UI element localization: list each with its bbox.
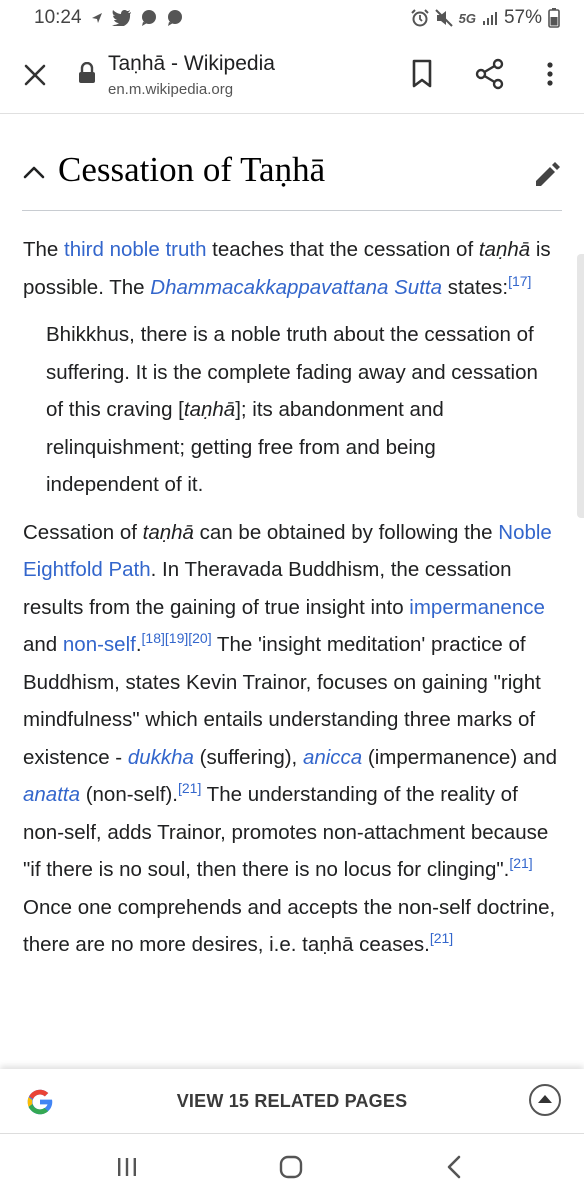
page-title: Taṇhā - Wikipedia <box>108 52 275 75</box>
close-icon[interactable] <box>20 60 50 90</box>
link-third-noble-truth[interactable]: third noble truth <box>64 238 206 261</box>
reference-link[interactable]: [18][19][20] <box>142 630 212 646</box>
text: (impermanence) and <box>362 745 558 769</box>
link-non-self[interactable]: non-self <box>63 633 136 656</box>
status-bar: 10:24 5G 57% <box>0 0 584 36</box>
link-anicca[interactable]: anicca <box>303 746 362 769</box>
reference-link[interactable]: [21] <box>509 855 532 871</box>
text: The <box>23 238 65 261</box>
status-right: 5G 57% <box>410 7 560 29</box>
link-text: dukkha <box>127 745 194 769</box>
battery-icon <box>548 8 560 28</box>
blockquote: Bhikkhus, there is a noble truth about t… <box>46 316 546 504</box>
link-impermanence[interactable]: impermanence <box>409 596 545 619</box>
link-dukkha[interactable]: dukkha <box>128 746 194 769</box>
status-left: 10:24 <box>34 7 184 29</box>
text: (non-self). <box>80 783 178 806</box>
battery-percent: 57% <box>503 7 542 28</box>
browser-toolbar: Taṇhā - Wikipedia en.m.wikipedia.org <box>0 36 584 114</box>
link-text: anatta <box>23 783 80 806</box>
italic-term: taṇhā <box>183 398 236 421</box>
expand-up-icon[interactable] <box>528 1083 562 1117</box>
italic-term: taṇhā <box>478 238 531 261</box>
recent-apps-icon[interactable] <box>116 1156 138 1178</box>
chat-icon <box>140 9 158 27</box>
lock-icon <box>78 61 96 84</box>
signal-icon <box>482 10 498 26</box>
edge-panel-handle[interactable] <box>577 254 584 518</box>
paragraph: The third noble truth teaches that the c… <box>23 231 563 306</box>
more-options-icon[interactable] <box>540 58 560 90</box>
section-divider <box>22 210 562 211</box>
chat-icon <box>166 9 184 27</box>
clock: 10:24 <box>34 7 82 28</box>
text: (suffering), <box>193 745 303 769</box>
url-text[interactable]: en.m.wikipedia.org <box>108 81 233 98</box>
alarm-icon <box>410 9 429 27</box>
chevron-up-icon[interactable] <box>22 162 46 182</box>
edit-pencil-icon[interactable] <box>532 160 562 190</box>
system-navigation-bar <box>0 1134 584 1200</box>
text: Cessation of <box>23 520 143 544</box>
reference-link[interactable]: [21] <box>430 930 453 946</box>
section-header[interactable]: Cessation of Taṇhā <box>0 136 584 211</box>
text: and <box>23 633 63 656</box>
view-related-pages-label[interactable]: VIEW 15 RELATED PAGES <box>0 1091 584 1112</box>
reference-link[interactable]: [17] <box>508 273 531 289</box>
article-body: The third noble truth teaches that the c… <box>23 231 563 964</box>
text: can be obtained by following the <box>193 520 499 544</box>
link-anatta[interactable]: anatta <box>23 783 80 806</box>
mute-icon <box>434 9 453 27</box>
reference-link[interactable]: [21] <box>178 780 201 796</box>
link-text: Dhammacakkappavattana Sutta <box>150 275 442 299</box>
share-icon[interactable] <box>474 58 506 90</box>
paragraph: Cessation of taṇhā can be obtained by fo… <box>23 514 563 964</box>
nav-arrow-icon <box>90 11 104 25</box>
italic-term: taṇhā <box>142 520 194 544</box>
text: states: <box>442 275 509 299</box>
home-icon[interactable] <box>279 1155 303 1179</box>
link-dhammacakkappavattana-sutta[interactable]: Dhammacakkappavattana Sutta <box>150 276 442 299</box>
back-icon[interactable] <box>444 1155 464 1179</box>
bookmark-icon[interactable] <box>408 58 436 90</box>
text: teaches that the cessation of <box>206 238 479 261</box>
related-pages-bar[interactable]: VIEW 15 RELATED PAGES <box>0 1069 584 1134</box>
link-text: anicca <box>302 745 363 769</box>
text: Once one comprehends and accepts the non… <box>23 895 556 957</box>
network-type: 5G <box>458 10 476 26</box>
twitter-icon <box>111 10 132 26</box>
section-title: Cessation of Taṇhā <box>58 150 326 189</box>
